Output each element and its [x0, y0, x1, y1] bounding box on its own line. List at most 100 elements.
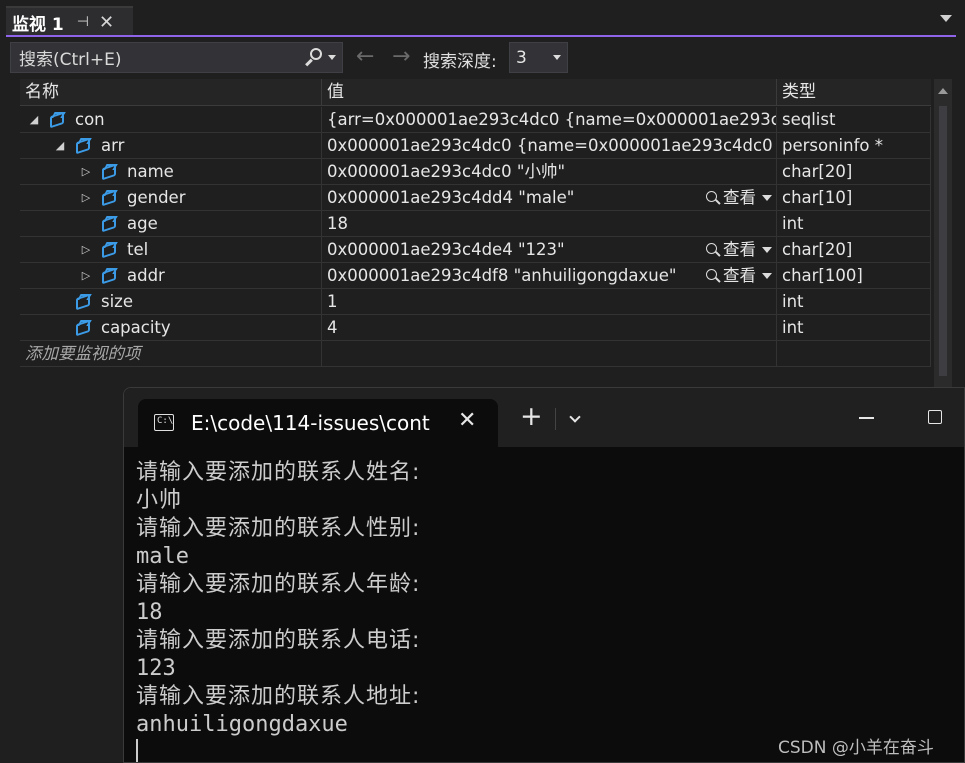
window-menu-dropdown-icon[interactable]	[940, 15, 952, 22]
text-visualizer-button[interactable]: 查看	[705, 237, 772, 262]
search-placeholder[interactable]: 搜索(Ctrl+E)	[19, 45, 302, 70]
visualizer-dropdown-icon[interactable]	[762, 272, 772, 279]
prompt-gender: 请输入要添加的联系人性别:	[136, 516, 421, 541]
visualizer-dropdown-icon[interactable]	[762, 246, 772, 253]
field-cube-icon	[48, 111, 66, 129]
field-cube-icon	[74, 137, 92, 155]
value-cell[interactable]: 1	[322, 289, 777, 315]
type-cell: int	[777, 211, 931, 237]
prompt-addr: 请输入要添加的联系人地址:	[136, 684, 421, 709]
value-cell[interactable]: {arr=0x000001ae293c4dc0 {name=0x000001ae…	[322, 107, 777, 133]
search-depth-select[interactable]: 3	[509, 42, 568, 73]
text-visualizer-button[interactable]: 查看	[705, 263, 772, 288]
vertical-scrollbar[interactable]	[934, 79, 952, 389]
search-depth-value: 3	[516, 47, 527, 68]
watch-row-gender[interactable]: ▷ gender 0x000001ae293c4dd4 "male" 查看 ch…	[20, 185, 931, 211]
watch-row-arr[interactable]: ◢ arr 0x000001ae293c4dc0 {name=0x000001a…	[20, 133, 931, 159]
add-watch-input[interactable]: 添加要监视的项	[20, 341, 322, 367]
watch-row-capacity[interactable]: capacity 4 int	[20, 315, 931, 341]
field-cube-icon	[74, 319, 92, 337]
add-watch-row[interactable]: 添加要监视的项	[20, 341, 931, 367]
field-cube-icon	[74, 293, 92, 311]
watch-row-name[interactable]: ▷ name 0x000001ae293c4dc0 "小帅" char[20]	[20, 159, 931, 185]
terminal-tab-title: E:\code\114-issues\cont	[191, 411, 430, 435]
variable-name: capacity	[101, 318, 171, 337]
value-cell[interactable]: 0x000001ae293c4df8 "anhuiligongdaxue" 查看	[322, 263, 777, 289]
watch-row-size[interactable]: size 1 int	[20, 289, 931, 315]
input-tel: 123	[136, 656, 176, 681]
chevron-down-icon	[553, 55, 561, 60]
view-label: 查看	[723, 240, 756, 259]
magnifier-icon	[705, 268, 721, 284]
watch-toolbar: 搜索(Ctrl+E) ← → 搜索深度: 3	[6, 37, 956, 79]
value-cell[interactable]: 0x000001ae293c4de4 "123" 查看	[322, 237, 777, 263]
type-cell: int	[777, 289, 931, 315]
type-cell: personinfo *	[777, 133, 931, 159]
value-cell[interactable]: 0x000001ae293c4dc0 "小帅"	[322, 159, 777, 185]
text-cursor	[136, 739, 138, 762]
variable-name: con	[75, 110, 105, 129]
type-cell: char[20]	[777, 159, 931, 185]
scroll-up-icon[interactable]	[938, 88, 948, 94]
text-visualizer-button[interactable]: 查看	[705, 185, 772, 210]
type-cell: char[10]	[777, 185, 931, 211]
column-header-name[interactable]: 名称	[20, 79, 322, 106]
prompt-name: 请输入要添加的联系人姓名:	[136, 460, 421, 485]
watermark: CSDN @小羊在奋斗	[778, 738, 934, 758]
name-cell: ◢ arr	[20, 133, 322, 159]
collapse-arrow-icon[interactable]: ◢	[54, 133, 66, 159]
field-cube-icon	[100, 163, 118, 181]
search-previous-button[interactable]: ←	[356, 44, 374, 69]
tab-watch-1[interactable]: 监视 1 ⊣ ✕	[6, 6, 133, 36]
console-icon: C:\	[154, 414, 174, 431]
type-cell: char[100]	[777, 263, 931, 289]
new-tab-button[interactable]: +	[520, 403, 543, 430]
variable-name: size	[101, 292, 133, 311]
value-cell[interactable]: 4	[322, 315, 777, 341]
expand-arrow-icon[interactable]: ▷	[80, 185, 92, 211]
maximize-button[interactable]	[928, 410, 942, 424]
watch-row-age[interactable]: age 18 int	[20, 211, 931, 237]
watch-tabstrip: 监视 1 ⊣ ✕	[0, 0, 965, 37]
variable-name: arr	[101, 136, 125, 155]
value-text: 0x000001ae293c4dd4 "male"	[327, 188, 575, 207]
view-label: 查看	[723, 266, 756, 285]
collapse-arrow-icon[interactable]: ◢	[28, 107, 40, 133]
name-cell: ▷ tel	[20, 237, 322, 263]
search-next-button[interactable]: →	[392, 44, 410, 69]
value-cell[interactable]: 0x000001ae293c4dd4 "male" 查看	[322, 185, 777, 211]
chevron-down-icon[interactable]	[569, 411, 581, 423]
terminal-output[interactable]: 请输入要添加的联系人姓名: 小帅 请输入要添加的联系人性别: male 请输入要…	[136, 459, 420, 739]
expand-arrow-icon[interactable]: ▷	[80, 263, 92, 289]
close-tab-icon[interactable]: ✕	[458, 408, 476, 433]
pin-icon[interactable]: ⊣	[77, 14, 89, 30]
input-name: 小帅	[136, 488, 183, 513]
column-header-value[interactable]: 值	[322, 79, 777, 106]
name-cell: age	[20, 211, 322, 237]
watch-grid: 名称 值 类型 ◢ con {arr=0x000001ae293c4dc0 {n…	[6, 79, 956, 389]
search-icon[interactable]	[302, 47, 324, 69]
field-cube-icon	[100, 215, 118, 233]
terminal-tab[interactable]: C:\ E:\code\114-issues\cont ✕	[138, 399, 498, 447]
expand-arrow-icon[interactable]: ▷	[80, 237, 92, 263]
close-icon[interactable]: ✕	[99, 12, 114, 33]
name-cell: capacity	[20, 315, 322, 341]
search-input[interactable]: 搜索(Ctrl+E)	[10, 42, 343, 73]
value-cell[interactable]: 18	[322, 211, 777, 237]
expand-arrow-icon[interactable]: ▷	[80, 159, 92, 185]
minimize-button[interactable]	[859, 417, 874, 419]
column-header-type[interactable]: 类型	[777, 79, 931, 106]
watch-row-con[interactable]: ◢ con {arr=0x000001ae293c4dc0 {name=0x00…	[20, 107, 931, 133]
watch-row-addr[interactable]: ▷ addr 0x000001ae293c4df8 "anhuiligongda…	[20, 263, 931, 289]
terminal-window: C:\ E:\code\114-issues\cont ✕ + 请输入要添加的联…	[123, 387, 965, 763]
grid-header: 名称 值 类型	[20, 79, 931, 106]
type-cell: char[20]	[777, 237, 931, 263]
visualizer-dropdown-icon[interactable]	[762, 194, 772, 201]
tab-title: 监视 1	[12, 14, 64, 35]
value-cell[interactable]: 0x000001ae293c4dc0 {name=0x000001ae293c4…	[322, 133, 777, 159]
watch-row-tel[interactable]: ▷ tel 0x000001ae293c4de4 "123" 查看 char[2…	[20, 237, 931, 263]
scrollbar-thumb[interactable]	[939, 106, 947, 376]
value-text: 0x000001ae293c4de4 "123"	[327, 240, 565, 259]
type-cell: seqlist	[777, 107, 931, 133]
search-options-dropdown-icon[interactable]	[328, 55, 336, 60]
